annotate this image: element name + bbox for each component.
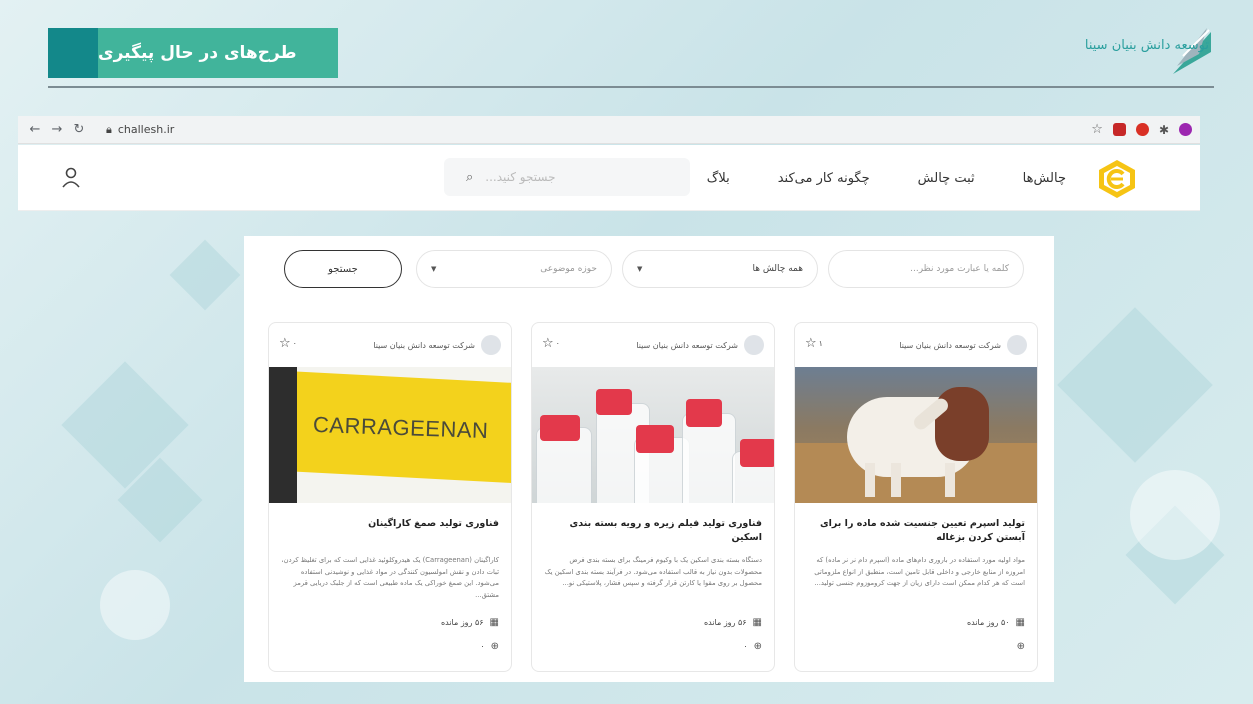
nav-blog[interactable]: بلاگ: [707, 171, 730, 186]
globe-icon: ⊕: [490, 641, 499, 652]
favorite-button[interactable]: ☆ ۱: [805, 336, 823, 351]
card-header: شرکت توسعه دانش بنیان سینا ☆ ۰: [532, 323, 774, 367]
company-avatar: [1007, 335, 1027, 355]
banner-accent: [48, 28, 98, 78]
card-title[interactable]: فناوری تولید فیلم زیره و رویه بسته بندی …: [532, 503, 774, 543]
caret-down-icon: ▼: [637, 265, 643, 273]
site-search-input[interactable]: جستجو کنید... ⌕: [444, 158, 690, 196]
card-title[interactable]: تولید اسپرم تعیین جنسیت شده ماده را برای…: [795, 503, 1037, 543]
company-avatar: [481, 335, 501, 355]
slide-title-banner: طرح‌های در حال پیگیری: [48, 28, 338, 78]
slide-title: طرح‌های در حال پیگیری: [98, 28, 338, 78]
site-header: چالش‌ها ثبت چالش چگونه کار می‌کند بلاگ ج…: [18, 145, 1200, 211]
participants-count: ۰: [480, 642, 485, 651]
pdf-extension-icon[interactable]: [1112, 123, 1126, 136]
star-icon: ☆: [279, 336, 291, 351]
days-left: ▦ ۵۰ روز مانده: [967, 617, 1025, 628]
main-nav: چالش‌ها ثبت چالش چگونه کار می‌کند بلاگ: [707, 145, 1066, 211]
days-left-text: ۵۶ روز مانده: [703, 618, 747, 627]
back-arrow-icon[interactable]: ←: [26, 122, 44, 137]
participants: ⊕ ۰: [743, 641, 762, 652]
bookmark-star-icon[interactable]: ☆: [1091, 122, 1103, 137]
extensions-area: ☆ ✱: [1091, 122, 1192, 137]
challenge-card[interactable]: شرکت توسعه دانش بنیان سینا ☆ ۰ فناوری تو…: [531, 322, 775, 672]
participants: ⊕: [1011, 641, 1025, 652]
url-text: challesh.ir: [117, 123, 175, 136]
block-extension-icon[interactable]: [1135, 123, 1149, 136]
days-left-text: ۵۶ روز مانده: [440, 618, 484, 627]
keyword-search-field[interactable]: کلمه یا عبارت مورد نظر...: [828, 250, 1024, 288]
extensions-puzzle-icon[interactable]: ✱: [1159, 123, 1169, 137]
card-title[interactable]: فناوری تولید صمغ کاراگینان: [269, 503, 511, 543]
card-description: کاراگینان (Carrageenan) یک هیدروکلوئید غ…: [281, 556, 499, 599]
company-name: شرکت توسعه دانش بنیان سینا: [373, 340, 475, 350]
star-icon: ☆: [805, 336, 817, 351]
days-left: ▦ ۵۶ روز مانده: [704, 617, 762, 628]
card-description: دستگاه بسته بندی اسکین یک با وکیوم فرمین…: [544, 556, 762, 588]
favorite-count: ۰: [292, 339, 297, 348]
filter-bar: کلمه یا عبارت مورد نظر... همه چالش ها ▼ …: [284, 250, 1024, 288]
keyword-placeholder: کلمه یا عبارت مورد نظر...: [910, 264, 1009, 274]
card-header: شرکت توسعه دانش بنیان سینا ☆ ۱: [795, 323, 1037, 367]
forward-arrow-icon[interactable]: →: [48, 122, 66, 137]
reload-icon[interactable]: ↻: [70, 122, 88, 137]
topic-select[interactable]: حوزه موضوعی ▼: [416, 250, 612, 288]
user-account-icon[interactable]: [60, 166, 82, 188]
nav-how-it-works[interactable]: چگونه کار می‌کند: [778, 171, 870, 186]
challenge-card[interactable]: شرکت توسعه دانش بنیان سینا ☆ ۰ CARRAGEEN…: [268, 322, 512, 672]
company-info: شرکت توسعه دانش بنیان سینا: [373, 335, 501, 355]
challesh-logo-icon[interactable]: [1098, 159, 1136, 199]
calendar-icon: ▦: [489, 617, 499, 628]
participants-count: ۰: [743, 642, 748, 651]
company-name: شرکت توسعه دانش بنیان سینا: [636, 340, 738, 350]
favorite-count: ۰: [555, 339, 560, 348]
days-left-text: ۵۰ روز مانده: [966, 618, 1010, 627]
calendar-icon: ▦: [752, 617, 762, 628]
slide-divider: [48, 86, 1214, 88]
company-name: شرکت توسعه دانش بنیان سینا: [899, 340, 1001, 350]
challenges-panel: کلمه یا عبارت مورد نظر... همه چالش ها ▼ …: [244, 236, 1054, 682]
favorite-count: ۱: [818, 339, 823, 348]
favorite-button[interactable]: ☆ ۰: [542, 336, 560, 351]
topic-select-value: حوزه موضوعی: [540, 264, 597, 274]
card-image-bottles: [532, 367, 774, 503]
challenges-select[interactable]: همه چالش ها ▼: [622, 250, 818, 288]
globe-icon: ⊕: [1016, 641, 1025, 652]
profile-avatar-icon[interactable]: [1179, 123, 1192, 136]
card-description: مواد اولیه مورد استفاده در باروری دام‌ها…: [814, 556, 1025, 588]
participants: ⊕ ۰: [480, 641, 499, 652]
search-button[interactable]: جستجو: [284, 250, 402, 288]
caret-down-icon: ▼: [431, 265, 437, 273]
card-image-carrageenan: CARRAGEENAN: [269, 367, 511, 503]
brand-block: [1025, 26, 1215, 82]
challenges-select-value: همه چالش ها: [752, 264, 803, 274]
company-info: شرکت توسعه دانش بنیان سینا: [636, 335, 764, 355]
company-avatar: [744, 335, 764, 355]
brand-name: توسعه دانش بنیان سینا: [1084, 38, 1209, 53]
globe-icon: ⊕: [753, 641, 762, 652]
company-info: شرکت توسعه دانش بنیان سینا: [899, 335, 1027, 355]
nav-challenges[interactable]: چالش‌ها: [1023, 171, 1066, 186]
browser-toolbar: ← → ↻ 🔒︎ challesh.ir ☆ ✱: [18, 116, 1200, 144]
card-image-goat: [795, 367, 1037, 503]
calendar-icon: ▦: [1015, 617, 1025, 628]
favorite-button[interactable]: ☆ ۰: [279, 336, 297, 351]
days-left: ▦ ۵۶ روز مانده: [441, 617, 499, 628]
search-icon[interactable]: ⌕: [466, 170, 473, 185]
nav-submit-challenge[interactable]: ثبت چالش: [918, 171, 975, 186]
search-placeholder: جستجو کنید...: [485, 170, 556, 184]
lock-icon: 🔒︎: [106, 122, 112, 136]
card-header: شرکت توسعه دانش بنیان سینا ☆ ۰: [269, 323, 511, 367]
address-bar[interactable]: 🔒︎ challesh.ir: [106, 123, 174, 137]
star-icon: ☆: [542, 336, 554, 351]
challenge-cards: شرکت توسعه دانش بنیان سینا ☆ ۱ تولید اسپ…: [268, 322, 1038, 672]
challenge-card[interactable]: شرکت توسعه دانش بنیان سینا ☆ ۱ تولید اسپ…: [794, 322, 1038, 672]
